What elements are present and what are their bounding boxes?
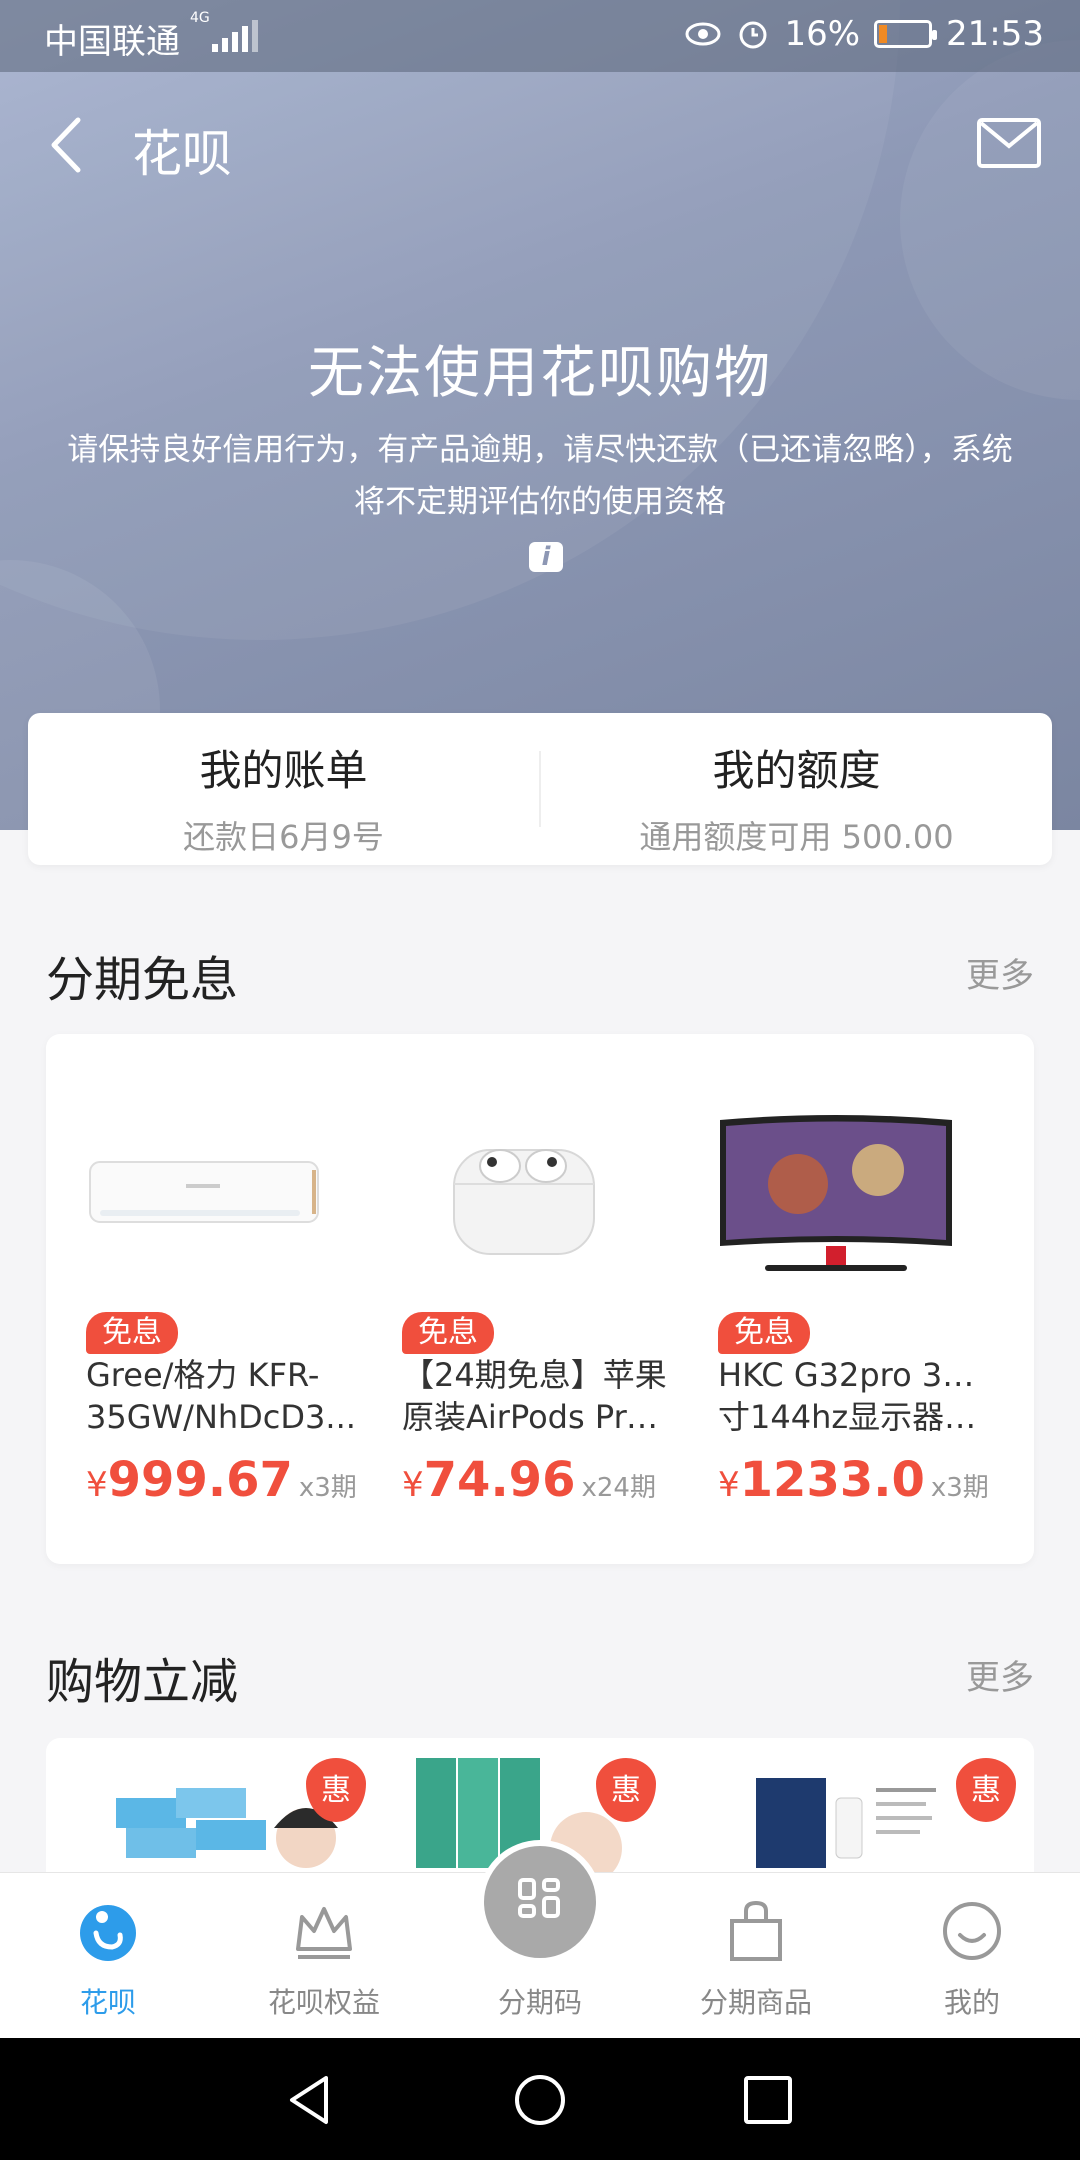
battery-icon (874, 20, 938, 48)
notice-line: 将不定期评估你的使用资格 (354, 484, 726, 520)
chevron-left-icon (51, 117, 81, 173)
more-installments-link[interactable]: 更多 (966, 948, 1034, 997)
tab-label: 分期商品 (699, 1986, 812, 2019)
product-name: 【24期免息】苹果 原装AirPods Pro... (402, 1354, 674, 1440)
product-card[interactable]: 免息 Gree/格力 KFR- 35GW/NhDcD3... ¥999.67 x3… (46, 1034, 362, 1564)
notice-description: 请保持良好信用行为，有产品逾期，请尽快还款（已还请忽略），系统 将不定期评估你的… (0, 424, 1080, 528)
huabei-logo-icon (80, 1905, 136, 1961)
periods: x3期 (298, 1473, 357, 1503)
product-name-line: 寸144hz显示器2... (718, 1398, 990, 1436)
product-name: HKC G32pro 32英 寸144hz显示器2... (718, 1354, 990, 1440)
signal-icon (212, 18, 258, 52)
promo-item[interactable]: 惠 (106, 1758, 366, 1878)
air-conditioner-image (89, 1161, 319, 1223)
message-button[interactable] (976, 116, 1042, 172)
tab-installment-goods[interactable]: 分期商品 (648, 1873, 864, 2039)
product-card[interactable]: 免息 HKC G32pro 32英 寸144hz显示器2... ¥1233.0 x… (678, 1034, 994, 1564)
interest-free-badge: 免息 (718, 1312, 810, 1354)
currency: ¥ (402, 1465, 424, 1505)
my-limit[interactable]: 我的额度 通用额度可用 500.00 (541, 713, 1052, 865)
tab-label: 我的 (943, 1986, 1000, 2019)
price-value: 74.96 (423, 1452, 576, 1508)
tab-label: 分期码 (497, 1986, 582, 2019)
mail-icon (977, 118, 1041, 168)
price-value: 999.67 (107, 1452, 293, 1508)
notice-title: 无法使用花呗购物 (308, 341, 772, 406)
page-title: 花呗 (132, 125, 232, 183)
product-name-line: Gree/格力 KFR- (86, 1356, 320, 1394)
price-value: 1233.0 (739, 1452, 925, 1508)
currency: ¥ (86, 1465, 108, 1505)
interest-free-badge: 免息 (402, 1312, 494, 1354)
tab-huabei[interactable]: 花呗 (0, 1873, 216, 2039)
product-name-line: 【24期免息】苹果 (402, 1356, 667, 1394)
recents-nav-icon[interactable] (738, 2070, 798, 2130)
product-name: Gree/格力 KFR- 35GW/NhDcD3... (86, 1354, 358, 1440)
summary-card: 我的账单 还款日6月9号 我的额度 通用额度可用 500.00 (28, 713, 1052, 865)
shopping-bag-icon (730, 1900, 782, 1961)
tab-label: 花呗权益 (267, 1986, 380, 2019)
periods: x24期 (581, 1473, 656, 1503)
monitor-image (720, 1115, 952, 1271)
decor-circle (0, 0, 900, 640)
smile-face-icon (943, 1902, 1001, 1960)
product-name-line: 原装AirPods Pro... (402, 1398, 674, 1436)
eye-icon (685, 22, 721, 46)
tab-benefits[interactable]: 花呗权益 (216, 1873, 432, 2039)
bill-due-date: 还款日6月9号 (183, 818, 384, 856)
tab-label: 花呗 (79, 1986, 136, 2019)
crown-icon (296, 1907, 352, 1959)
system-navigation-bar (0, 2038, 1080, 2160)
product-price: ¥1233.0 x3期 (718, 1452, 989, 1508)
title-bar: 花呗 (0, 100, 1080, 190)
product-price: ¥74.96 x24期 (402, 1452, 656, 1508)
battery-percent: 16% (784, 14, 861, 54)
periods: x3期 (930, 1473, 989, 1503)
carrier-name: 中国联通 (44, 22, 180, 62)
tab-mine[interactable]: 我的 (864, 1873, 1080, 2039)
network-type: 4G (190, 10, 210, 26)
back-button[interactable] (40, 112, 100, 178)
limit-available: 通用额度可用 500.00 (639, 818, 954, 856)
clock: 21:53 (946, 14, 1044, 54)
limit-title: 我的额度 (712, 746, 881, 795)
section-title-discounts: 购物立减 (46, 1654, 239, 1710)
product-price: ¥999.67 x3期 (86, 1452, 357, 1508)
promo-item[interactable]: 惠 (746, 1758, 1016, 1878)
back-nav-icon[interactable] (280, 2070, 340, 2130)
notice-line: 请保持良好信用行为，有产品逾期，请尽快还款（已还请忽略），系统 (67, 432, 1013, 468)
product-name-line: HKC G32pro 32英 (718, 1356, 990, 1394)
alarm-icon (739, 21, 767, 49)
bill-title: 我的账单 (199, 746, 368, 795)
product-name-line: 35GW/NhDcD3... (86, 1398, 356, 1436)
installment-code-button[interactable] (478, 1840, 602, 1964)
section-title-installments: 分期免息 (46, 952, 239, 1008)
qr-code-icon (518, 1878, 560, 1918)
info-icon[interactable]: i (529, 542, 563, 572)
more-discounts-link[interactable]: 更多 (966, 1650, 1034, 1699)
status-bar: 中国联通 4G 16% 21:53 (0, 0, 1080, 72)
my-bill[interactable]: 我的账单 还款日6月9号 (28, 713, 539, 865)
interest-free-badge: 免息 (86, 1312, 178, 1354)
installment-products: 免息 Gree/格力 KFR- 35GW/NhDcD3... ¥999.67 x3… (46, 1034, 1034, 1564)
currency: ¥ (718, 1465, 740, 1505)
product-card[interactable]: 免息 【24期免息】苹果 原装AirPods Pro... ¥74.96 x24期 (362, 1034, 678, 1564)
home-nav-icon[interactable] (510, 2070, 570, 2130)
airpods-image (453, 1149, 595, 1255)
